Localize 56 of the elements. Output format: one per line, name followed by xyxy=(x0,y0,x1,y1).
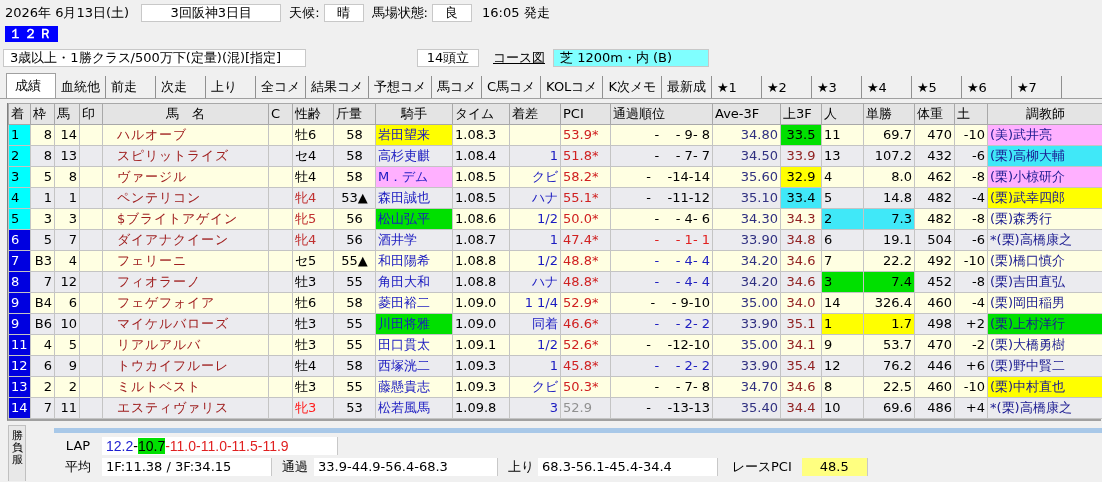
column-header[interactable]: 斤量 xyxy=(333,103,376,125)
finish-position: 12 xyxy=(8,355,31,377)
finish-position: 14 xyxy=(8,397,31,419)
race-pci-label: レースPCI xyxy=(732,457,792,476)
column-header[interactable]: 馬 名 xyxy=(102,103,269,125)
race-date: 2026年 6月13日(土) xyxy=(5,4,130,22)
finish-position: 7 xyxy=(8,250,31,272)
column-header[interactable]: C xyxy=(268,103,293,125)
course-field: 芝 1200m・内 (B) xyxy=(553,49,709,67)
finish-position: 11 xyxy=(8,334,31,356)
column-header[interactable]: PCI xyxy=(560,103,611,125)
average-label: 平均 xyxy=(64,457,92,476)
race-pci-field: 48.5 xyxy=(801,457,868,476)
column-header[interactable]: 調教師 xyxy=(987,103,1102,125)
column-header[interactable]: 人 xyxy=(821,103,864,125)
column-header[interactable]: 上3F xyxy=(780,103,822,125)
meeting-field: 3回阪神3日目 xyxy=(141,4,282,22)
race-number-badge: １２Ｒ xyxy=(5,25,58,42)
column-header[interactable]: 土 xyxy=(954,103,988,125)
column-header[interactable]: 単勝 xyxy=(863,103,915,125)
lap-label: LAP xyxy=(64,438,92,453)
finish-position: 9 xyxy=(8,292,31,314)
column-header[interactable]: Ave-3F xyxy=(712,103,781,125)
track-condition-field: 良 xyxy=(431,4,472,22)
finish-position: 13 xyxy=(8,376,31,398)
last-label: 上り xyxy=(508,457,534,476)
average-field: 1F:11.38 / 3F:34.15 xyxy=(102,457,272,476)
column-header[interactable]: 体重 xyxy=(914,103,955,125)
finish-position: 3 xyxy=(8,166,31,188)
column-header[interactable]: 枠 xyxy=(30,103,55,125)
finish-position: 5 xyxy=(8,208,31,230)
weather-field: 晴 xyxy=(323,4,364,22)
column-header[interactable]: 騎手 xyxy=(375,103,453,125)
column-header[interactable]: 着差 xyxy=(509,103,561,125)
finish-position: 4 xyxy=(8,187,31,209)
passing-field: 33.9-44.9-56.4-68.3 xyxy=(314,457,498,476)
finish-position: 2 xyxy=(8,145,31,167)
passing-label: 通過 xyxy=(282,457,308,476)
tab[interactable]: 成績 xyxy=(6,73,56,98)
track-condition-label: 馬場状態: xyxy=(371,4,428,22)
last-field: 68.3-56.1-45.4-34.4 xyxy=(538,457,718,476)
column-header[interactable]: 着 xyxy=(8,103,31,125)
finish-position: 6 xyxy=(8,229,31,251)
column-header[interactable]: 馬 xyxy=(54,103,80,125)
column-header[interactable]: タイム xyxy=(452,103,510,125)
finish-position: 1 xyxy=(8,124,31,146)
start-time: 16:05 発走 xyxy=(481,4,550,22)
finish-position: 9 xyxy=(8,313,31,335)
race-conditions-field: 3歳以上・1勝クラス/500万下(定量)(混)[指定] xyxy=(3,49,306,67)
column-header[interactable]: 印 xyxy=(79,103,103,125)
finish-position: 8 xyxy=(8,271,31,293)
runners-field: 14頭立 xyxy=(417,49,479,67)
weather-label: 天候: xyxy=(289,4,320,22)
column-header[interactable]: 性齢 xyxy=(292,103,334,125)
column-header[interactable]: 通過順位 xyxy=(610,103,713,125)
course-map-link[interactable]: コース図 xyxy=(493,49,545,67)
